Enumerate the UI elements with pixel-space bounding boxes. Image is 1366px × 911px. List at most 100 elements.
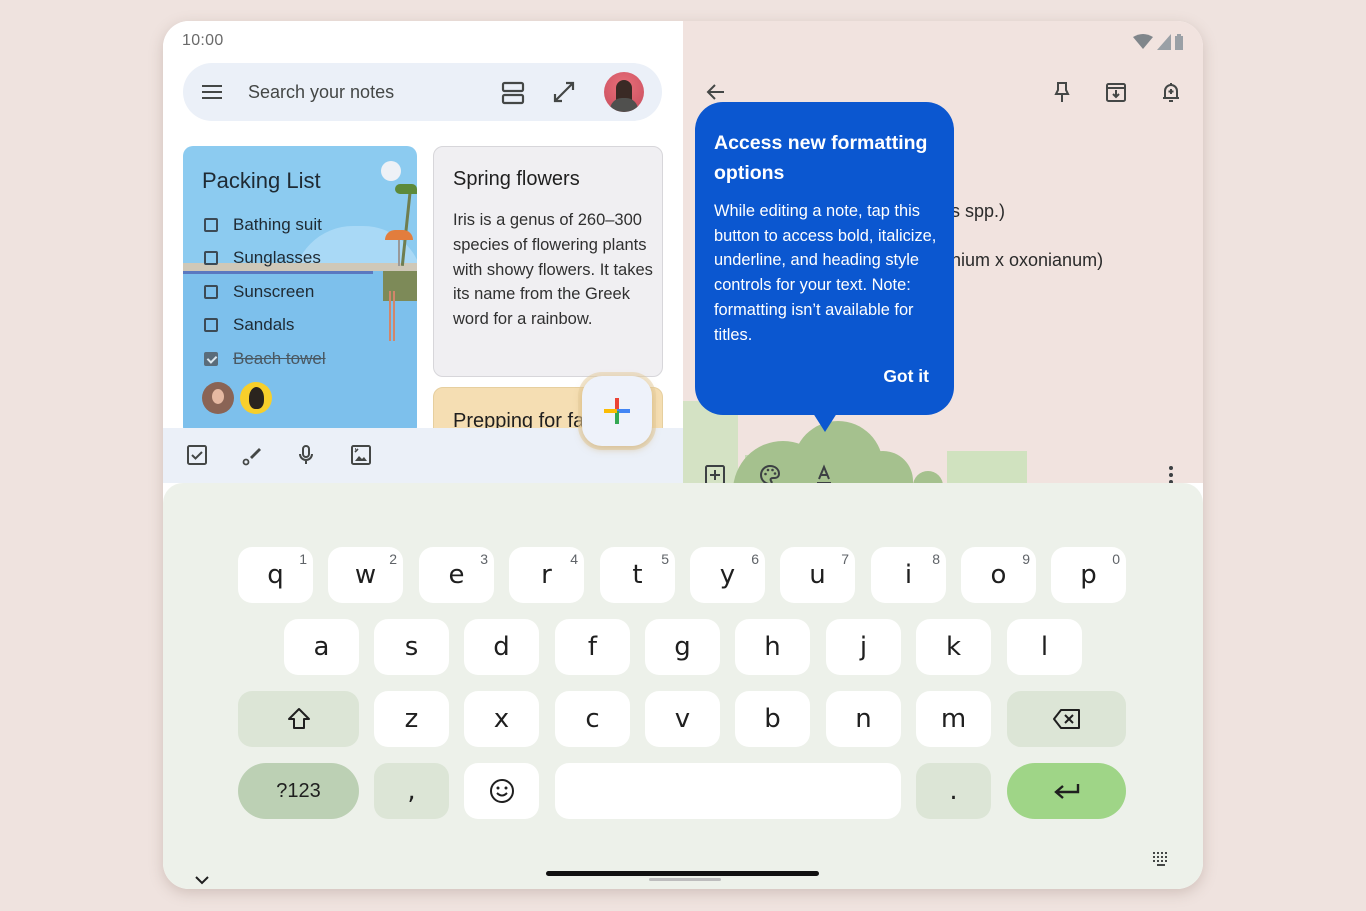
device-frame: 10:00 Search your notes Packing List Bat… — [163, 21, 1203, 889]
tooltip-body: While editing a note, tap this button to… — [714, 202, 937, 344]
enter-icon — [1053, 784, 1079, 799]
menu-icon[interactable] — [200, 81, 224, 103]
palette-icon[interactable] — [759, 464, 781, 483]
got-it-button[interactable]: Got it — [883, 366, 929, 387]
new-image-note-icon[interactable] — [350, 444, 372, 466]
key-d[interactable]: d — [464, 619, 539, 675]
comma-key[interactable]: , — [374, 763, 449, 819]
back-arrow-icon[interactable] — [704, 80, 728, 104]
note-line[interactable]: nium x oxonianum) — [951, 250, 1103, 271]
shift-key[interactable] — [238, 691, 359, 747]
key-i[interactable]: i8 — [871, 547, 946, 603]
key-label: y — [719, 560, 736, 590]
collaborators — [202, 382, 278, 414]
note-line[interactable]: s spp.) — [951, 201, 1005, 222]
key-f[interactable]: f — [555, 619, 630, 675]
period-key[interactable]: . — [916, 763, 991, 819]
key-hint: 0 — [1112, 551, 1120, 567]
key-m[interactable]: m — [916, 691, 991, 747]
key-hint: 3 — [480, 551, 488, 567]
key-l[interactable]: l — [1007, 619, 1082, 675]
list-view-icon[interactable] — [499, 79, 527, 107]
space-bar[interactable] — [555, 763, 901, 819]
emoji-key[interactable] — [464, 763, 539, 819]
on-screen-keyboard: q1 w2 e3 r4 t5 y6 u7 i8 o9 p0 a s d f g … — [163, 483, 1203, 889]
new-drawing-icon[interactable] — [241, 444, 263, 466]
gesture-navigation-bar[interactable] — [546, 871, 819, 876]
key-k[interactable]: k — [916, 619, 991, 675]
emoji-icon — [489, 779, 514, 803]
checklist-item[interactable]: Sunglasses — [204, 242, 326, 276]
checkbox-checked-icon[interactable] — [204, 351, 218, 366]
key-g[interactable]: g — [645, 619, 720, 675]
checklist-item-label: Beach towel — [233, 348, 326, 368]
key-r[interactable]: r4 — [509, 547, 584, 603]
keyboard-switch-icon[interactable] — [1151, 849, 1171, 869]
note-editor-pane: s spp.) nium x oxonianum) Access new for… — [683, 21, 1203, 483]
shift-icon — [287, 708, 310, 729]
checklist-item-label: Bathing suit — [233, 214, 322, 234]
key-j[interactable]: j — [826, 619, 901, 675]
key-x[interactable]: x — [464, 691, 539, 747]
key-c[interactable]: c — [555, 691, 630, 747]
key-a[interactable]: a — [284, 619, 359, 675]
note-card-spring-flowers[interactable]: Spring flowers Iris is a genus of 260–30… — [433, 146, 663, 377]
key-s[interactable]: s — [374, 619, 449, 675]
checkbox-unchecked-icon[interactable] — [204, 318, 218, 333]
plus-icon — [604, 398, 630, 424]
illustration-umbrella — [385, 230, 413, 240]
checkbox-unchecked-icon[interactable] — [204, 217, 218, 232]
backspace-icon — [1052, 709, 1080, 729]
collaborator-avatar — [240, 382, 272, 414]
backspace-key[interactable] — [1007, 691, 1126, 747]
key-h[interactable]: h — [735, 619, 810, 675]
text-format-icon[interactable] — [813, 464, 835, 483]
checklist-item[interactable]: Sandals — [204, 309, 326, 343]
illustration-sun — [381, 161, 401, 181]
new-note-fab[interactable] — [582, 376, 652, 446]
key-b[interactable]: b — [735, 691, 810, 747]
reminder-bell-icon[interactable] — [1159, 80, 1183, 104]
archive-icon[interactable] — [1104, 80, 1128, 104]
new-audio-note-icon[interactable] — [295, 444, 317, 466]
more-options-icon[interactable] — [1160, 464, 1182, 483]
enter-key[interactable] — [1007, 763, 1126, 819]
expand-icon[interactable] — [551, 79, 577, 105]
notes-list-pane: 10:00 Search your notes Packing List Bat… — [163, 21, 683, 483]
key-o[interactable]: o9 — [961, 547, 1036, 603]
key-t[interactable]: t5 — [600, 547, 675, 603]
search-input[interactable]: Search your notes — [248, 82, 394, 103]
checkbox-unchecked-icon[interactable] — [204, 251, 218, 266]
key-v[interactable]: v — [645, 691, 720, 747]
pin-icon[interactable] — [1050, 80, 1074, 104]
key-y[interactable]: y6 — [690, 547, 765, 603]
key-n[interactable]: n — [826, 691, 901, 747]
search-bar[interactable]: Search your notes — [183, 63, 662, 121]
checklist-item-done[interactable]: Beach towel — [204, 342, 326, 376]
key-hint: 5 — [661, 551, 669, 567]
note-card-packing-list[interactable]: Packing List Bathing suit Sunglasses Sun… — [183, 146, 417, 436]
taskbar-handle[interactable] — [649, 878, 721, 881]
key-e[interactable]: e3 — [419, 547, 494, 603]
illustration-building — [947, 451, 1027, 483]
key-z[interactable]: z — [374, 691, 449, 747]
key-w[interactable]: w2 — [328, 547, 403, 603]
tooltip-title: Access new formatting options — [714, 132, 928, 184]
symbols-key[interactable]: ?123 — [238, 763, 359, 819]
checklist-item[interactable]: Bathing suit — [204, 208, 326, 242]
key-u[interactable]: u7 — [780, 547, 855, 603]
key-p[interactable]: p0 — [1051, 547, 1126, 603]
battery-icon — [1175, 34, 1183, 50]
key-label: o — [990, 560, 1007, 590]
key-q[interactable]: q1 — [238, 547, 313, 603]
key-hint: 1 — [299, 551, 307, 567]
add-box-icon[interactable] — [704, 464, 726, 483]
note-body: Iris is a genus of 260–300 species of fl… — [453, 211, 653, 329]
checkbox-unchecked-icon[interactable] — [204, 284, 218, 299]
new-checklist-icon[interactable] — [186, 444, 208, 466]
note-title: Spring flowers — [453, 168, 580, 190]
key-hint: 8 — [932, 551, 940, 567]
checklist-item[interactable]: Sunscreen — [204, 275, 326, 309]
account-avatar[interactable] — [604, 72, 644, 112]
keyboard-collapse-chevron-icon[interactable] — [193, 873, 211, 887]
